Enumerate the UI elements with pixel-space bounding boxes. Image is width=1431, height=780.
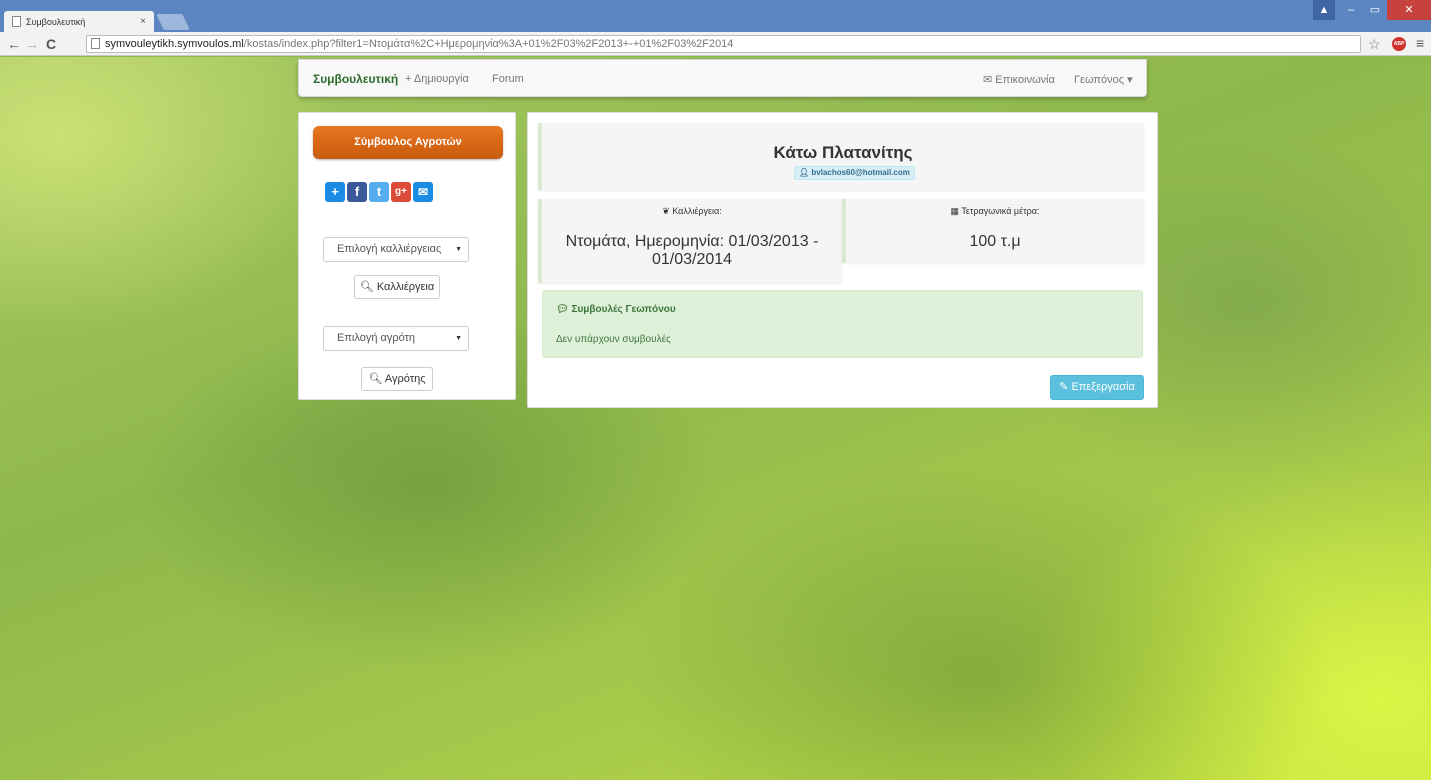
url-host: symvouleytikh.symvoulos.ml <box>105 38 244 50</box>
tab-close-icon[interactable]: × <box>140 16 146 27</box>
edit-button[interactable]: ✎ Επεξεργασία <box>1050 375 1144 400</box>
user-dropdown[interactable]: Γεωπόνος ▾ <box>1074 73 1133 86</box>
browser-menu-icon[interactable]: ≡ <box>1416 35 1424 51</box>
browser-tab-bar: Συμβουλευτική × ▲ – ▭ ✕ <box>0 0 1431 32</box>
crop-select-value: Επιλογή καλλιέργειας <box>337 243 442 255</box>
profile-header: Κάτω Πλατανίτης 👤︎ bvlachos60@hotmail.co… <box>538 123 1144 190</box>
page-icon <box>91 38 100 49</box>
share-plus-icon[interactable]: + <box>325 182 345 202</box>
brand-link[interactable]: Συμβουλευτική <box>313 72 398 86</box>
bookmark-star-icon[interactable]: ☆ <box>1368 36 1381 52</box>
farm-name: Κάτω Πλατανίτης <box>773 143 913 162</box>
area-card: ▦ Τετραγωνικά μέτρα: 100 τ.μ <box>842 199 1144 263</box>
crop-card: ❦ Καλλιέργεια: Ντομάτα, Ημερομηνία: 01/0… <box>538 199 842 283</box>
advisor-button[interactable]: Σύμβουλος Αγροτών <box>313 126 503 159</box>
user-profile-icon[interactable]: ▲ <box>1313 0 1335 20</box>
sidebar-panel: Σύμβουλος Αγροτών + f t g+ ✉ Επιλογή καλ… <box>298 112 516 400</box>
browser-tab[interactable]: Συμβουλευτική × <box>4 11 154 32</box>
address-toolbar: ← → C symvouleytikh.symvoulos.ml/kostas/… <box>0 32 1431 56</box>
area-label: ▦ Τετραγωνικά μέτρα: <box>950 206 1040 216</box>
farmer-select[interactable]: Επιλογή αγρότη ▼ <box>323 326 469 351</box>
crop-value-line2: 01/03/2014 <box>651 251 733 268</box>
tab-title: Συμβουλευτική <box>26 16 86 27</box>
forward-icon[interactable]: → <box>25 36 39 52</box>
twitter-icon[interactable]: t <box>369 182 389 202</box>
crop-value-line1: Ντομάτα, Ημερομηνία: 01/03/2013 - <box>565 233 819 250</box>
page-icon <box>12 16 21 27</box>
minimize-button[interactable]: – <box>1339 0 1363 20</box>
crop-select[interactable]: Επιλογή καλλιέργειας ▼ <box>323 237 469 262</box>
contact-link[interactable]: ✉ Επικοινωνία <box>983 73 1055 86</box>
advice-text: Δεν υπάρχουν συμβουλές <box>556 334 671 345</box>
advice-heading: 💬︎ Συμβουλές Γεωπόνου <box>556 304 676 315</box>
adblock-icon[interactable]: ABP <box>1392 37 1406 51</box>
email-badge[interactable]: 👤︎ bvlachos60@hotmail.com <box>794 166 915 180</box>
main-panel: Κάτω Πλατανίτης 👤︎ bvlachos60@hotmail.co… <box>527 112 1158 408</box>
chevron-down-icon: ▼ <box>455 246 462 253</box>
reload-icon[interactable]: C <box>46 36 56 52</box>
close-window-button[interactable]: ✕ <box>1387 0 1431 20</box>
share-buttons: + f t g+ ✉ <box>325 182 433 202</box>
farmer-search-button[interactable]: 🔍︎ Αγρότης <box>361 367 433 391</box>
window-controls: ▲ – ▭ ✕ <box>1313 0 1431 20</box>
forum-link[interactable]: Forum <box>492 73 524 85</box>
url-path: /kostas/index.php?filter1=Ντομάτα%2C+Ημε… <box>243 38 734 50</box>
advice-box: 💬︎ Συμβουλές Γεωπόνου Δεν υπάρχουν συμβο… <box>542 290 1143 358</box>
site-navbar: Συμβουλευτική + Δημιουργία Forum ✉ Επικο… <box>298 59 1147 97</box>
facebook-icon[interactable]: f <box>347 182 367 202</box>
crop-search-button[interactable]: 🔍︎ Καλλιέργεια <box>354 275 440 299</box>
email-share-icon[interactable]: ✉ <box>413 182 433 202</box>
maximize-button[interactable]: ▭ <box>1363 0 1387 20</box>
farmer-select-value: Επιλογή αγρότη <box>337 332 416 344</box>
new-tab-button[interactable] <box>156 14 190 30</box>
google-plus-icon[interactable]: g+ <box>391 182 411 202</box>
crop-label: ❦ Καλλιέργεια: <box>662 206 722 216</box>
url-input[interactable]: symvouleytikh.symvoulos.ml/kostas/index.… <box>86 35 1361 53</box>
create-link[interactable]: + Δημιουργία <box>405 73 469 85</box>
back-icon[interactable]: ← <box>7 36 21 52</box>
chevron-down-icon: ▼ <box>455 335 462 342</box>
area-value: 100 τ.μ <box>969 233 1021 250</box>
page-background: Συμβουλευτική + Δημιουργία Forum ✉ Επικο… <box>0 57 1431 780</box>
